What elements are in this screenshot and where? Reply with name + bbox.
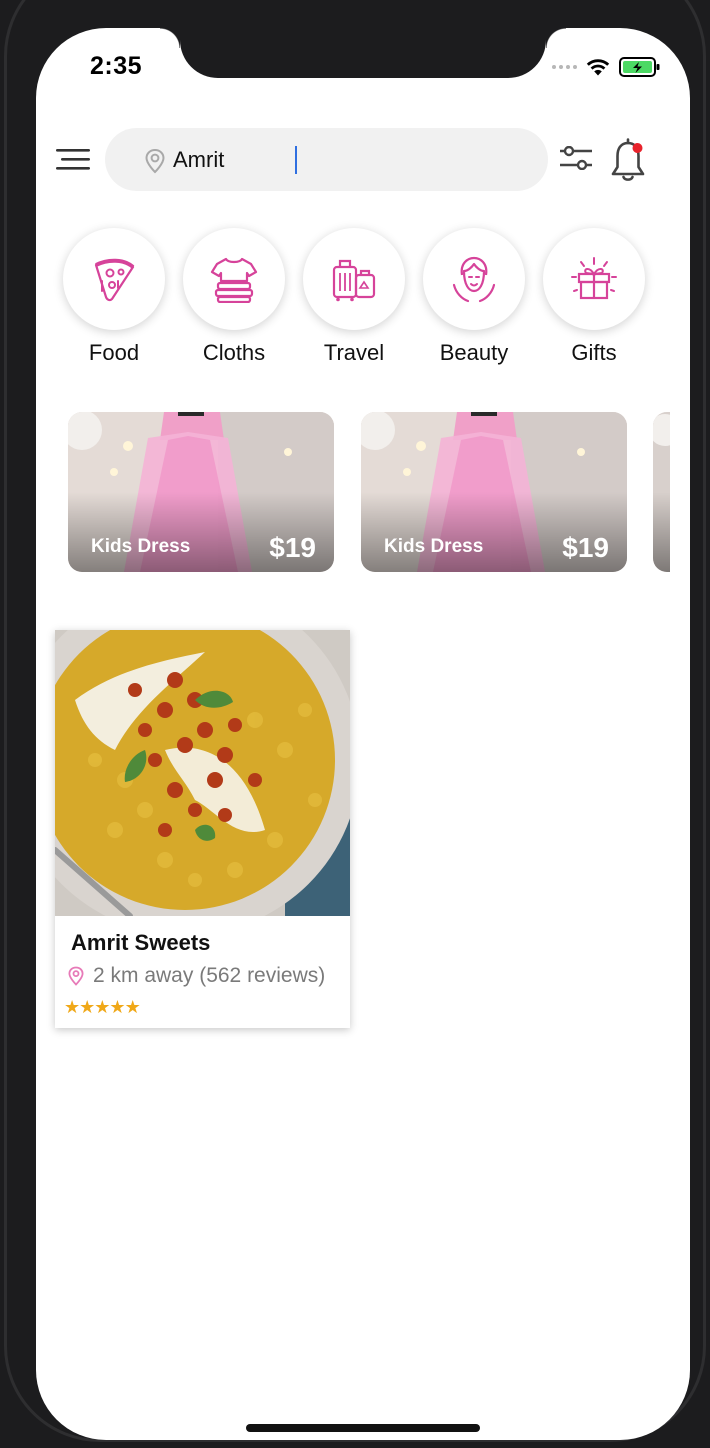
result-card[interactable]: Amrit Sweets 2 km away (562 reviews) ★ ★… bbox=[55, 630, 350, 1028]
result-name: Amrit Sweets bbox=[71, 930, 211, 955]
category-circle bbox=[423, 228, 525, 330]
clothes-icon bbox=[210, 257, 258, 303]
star-icon: ★ bbox=[64, 997, 80, 1017]
star-icon: ★ bbox=[124, 997, 141, 1017]
status-icons bbox=[552, 56, 661, 78]
gift-icon bbox=[571, 257, 617, 300]
luggage-icon bbox=[332, 259, 376, 302]
category-circle bbox=[183, 228, 285, 330]
beauty-face-icon bbox=[452, 256, 496, 303]
star-icon: ★ bbox=[109, 997, 125, 1017]
star-icon: ★ bbox=[79, 997, 95, 1017]
app-screen: 2:35 Amrit Food Cloths Travel Beauty Gif… bbox=[36, 28, 690, 1440]
promo-price: $19 bbox=[269, 532, 316, 563]
location-pin-icon bbox=[68, 966, 84, 986]
cellular-signal-icon bbox=[552, 65, 577, 69]
category-travel[interactable]: Travel bbox=[302, 228, 406, 366]
star-rating: ★ ★ ★ ★ ★ bbox=[64, 997, 141, 1018]
category-circle bbox=[303, 228, 405, 330]
category-cloths[interactable]: Cloths bbox=[182, 228, 286, 366]
filter-sliders-icon[interactable] bbox=[560, 146, 592, 170]
category-label: Cloths bbox=[202, 340, 266, 365]
hamburger-menu-icon[interactable] bbox=[56, 146, 90, 174]
result-distance: 2 km away (562 reviews) bbox=[93, 964, 326, 987]
category-beauty[interactable]: Beauty bbox=[422, 228, 526, 366]
promo-carousel[interactable]: Kids Dress $19 Kids Dress $19 bbox=[68, 412, 670, 572]
home-indicator[interactable] bbox=[246, 1424, 480, 1432]
category-label: Travel bbox=[323, 340, 385, 365]
search-input[interactable] bbox=[173, 142, 513, 178]
pizza-icon bbox=[94, 258, 135, 302]
location-pin-icon bbox=[145, 148, 165, 174]
category-gifts[interactable]: Gifts bbox=[542, 228, 646, 366]
category-food[interactable]: Food bbox=[62, 228, 166, 366]
promo-card[interactable]: Kids Dress $19 bbox=[361, 412, 627, 572]
status-time: 2:35 bbox=[90, 52, 143, 80]
promo-card[interactable]: Kids Dress $19 bbox=[68, 412, 334, 572]
wifi-icon bbox=[586, 59, 610, 76]
promo-gradient bbox=[653, 492, 670, 572]
category-row: Food Cloths Travel Beauty Gifts bbox=[62, 228, 662, 368]
text-cursor bbox=[295, 146, 297, 174]
category-circle bbox=[543, 228, 645, 330]
category-label: Food bbox=[88, 340, 140, 365]
category-circle bbox=[63, 228, 165, 330]
notification-bell-icon[interactable] bbox=[610, 138, 646, 184]
result-meta: 2 km away (562 reviews) bbox=[67, 964, 325, 988]
result-photo bbox=[55, 630, 350, 916]
camera-notch bbox=[160, 28, 566, 78]
phone-device: 2:35 Amrit Food Cloths Travel Beauty Gif… bbox=[0, 0, 710, 1448]
promo-title: Kids Dress bbox=[91, 536, 191, 557]
category-label: Beauty bbox=[439, 340, 509, 365]
category-label: Gifts bbox=[571, 340, 617, 365]
promo-price: $19 bbox=[562, 532, 609, 563]
promo-card-partial[interactable] bbox=[653, 412, 670, 572]
search-bar[interactable] bbox=[105, 128, 548, 191]
star-icon: ★ bbox=[94, 997, 110, 1017]
promo-title: Kids Dress bbox=[384, 536, 484, 557]
battery-charging-icon bbox=[619, 57, 660, 77]
chickpea-curry-image bbox=[55, 630, 350, 916]
